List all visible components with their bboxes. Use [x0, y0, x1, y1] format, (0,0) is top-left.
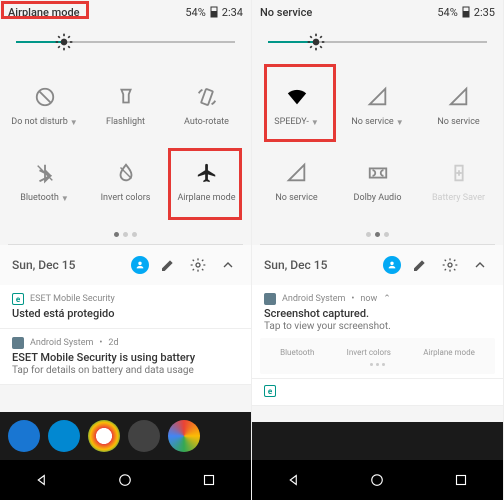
tile-autorotate[interactable]: Auto-rotate [166, 68, 247, 144]
phone-right: No service 54% 2:35 SPEEDY-▼ No service▼… [252, 0, 504, 500]
chevron-down-icon: ▼ [70, 118, 78, 127]
eset-icon: e [264, 385, 276, 397]
notification-screenshot[interactable]: Android System•now⌃ Screenshot captured.… [252, 285, 503, 379]
dnd-icon [33, 85, 57, 109]
home-apps [252, 422, 503, 460]
date-text: Sun, Dec 15 [12, 258, 123, 272]
clock-text: 2:34 [222, 6, 243, 19]
status-left-text: Airplane mode [8, 6, 80, 19]
status-right: 54% 2:34 [185, 6, 243, 19]
tile-signal-2[interactable]: No service [418, 68, 499, 144]
page-indicator [252, 224, 503, 244]
battery-saver-icon [447, 161, 471, 185]
signal-icon [366, 85, 390, 109]
notification-collapsed[interactable]: e [252, 379, 503, 406]
chevron-up-icon: ⌃ [383, 294, 391, 304]
app-phone[interactable] [8, 420, 40, 452]
eset-icon: e [12, 293, 24, 305]
user-icon[interactable] [131, 256, 149, 274]
android-icon [12, 337, 24, 349]
status-bar: Airplane mode 54% 2:34 [0, 0, 251, 24]
status-bar: No service 54% 2:35 [252, 0, 503, 24]
notification-eset[interactable]: eESET Mobile Security Usted está protegi… [0, 285, 251, 329]
wifi-icon [285, 85, 309, 109]
gear-icon[interactable] [439, 254, 461, 276]
phone-left: Airplane mode 54% 2:34 Do not disturb▼ F… [0, 0, 252, 500]
flashlight-icon [114, 85, 138, 109]
rotate-icon [195, 85, 219, 109]
bluetooth-icon [33, 161, 57, 185]
nav-back-icon[interactable] [285, 471, 303, 489]
clock-text: 2:35 [474, 6, 495, 19]
nav-recent-icon[interactable] [200, 471, 218, 489]
date-text: Sun, Dec 15 [264, 258, 375, 272]
battery-text: 54% [185, 6, 205, 19]
page-indicator [0, 224, 251, 244]
chevron-up-icon[interactable] [469, 254, 491, 276]
nav-bar [252, 460, 503, 500]
tile-flashlight[interactable]: Flashlight [85, 68, 166, 144]
app-chrome[interactable] [88, 420, 120, 452]
dolby-icon [366, 161, 390, 185]
tile-invert[interactable]: Invert colors [85, 144, 166, 220]
tile-bluetooth[interactable]: Bluetooth▼ [4, 144, 85, 220]
edit-icon[interactable] [157, 254, 179, 276]
signal-icon [285, 161, 309, 185]
screenshot-preview: BluetoothInvert colorsAirplane mode [260, 338, 495, 374]
brightness-icon[interactable] [306, 32, 326, 56]
user-icon[interactable] [383, 256, 401, 274]
chevron-down-icon: ▼ [61, 194, 69, 203]
battery-icon [462, 6, 470, 18]
nav-bar [0, 460, 251, 500]
tile-signal-1[interactable]: No service▼ [337, 68, 418, 144]
tile-wifi[interactable]: SPEEDY-▼ [256, 68, 337, 144]
quick-tiles: SPEEDY-▼ No service▼ No service No servi… [252, 60, 503, 224]
tile-battery-saver[interactable]: Battery Saver [418, 144, 499, 220]
battery-text: 54% [437, 6, 457, 19]
status-right: 54% 2:35 [437, 6, 495, 19]
signal-icon [447, 85, 471, 109]
nav-home-icon[interactable] [368, 471, 386, 489]
nav-home-icon[interactable] [116, 471, 134, 489]
status-left-text: No service [260, 6, 312, 19]
chevron-down-icon: ▼ [396, 118, 404, 127]
date-row: Sun, Dec 15 [0, 245, 251, 285]
brightness-icon[interactable] [54, 32, 74, 56]
nav-recent-icon[interactable] [452, 471, 470, 489]
app-camera[interactable] [128, 420, 160, 452]
chevron-up-icon[interactable] [217, 254, 239, 276]
gear-icon[interactable] [187, 254, 209, 276]
invert-icon [114, 161, 138, 185]
brightness-slider[interactable] [0, 24, 251, 60]
tile-dolby[interactable]: Dolby Audio [337, 144, 418, 220]
home-apps [0, 412, 251, 460]
date-row: Sun, Dec 15 [252, 245, 503, 285]
brightness-slider[interactable] [252, 24, 503, 60]
edit-icon[interactable] [409, 254, 431, 276]
notification-android-system[interactable]: Android System•2d ESET Mobile Security i… [0, 329, 251, 385]
tile-airplane[interactable]: Airplane mode [166, 144, 247, 220]
tile-signal-3[interactable]: No service [256, 144, 337, 220]
quick-tiles: Do not disturb▼ Flashlight Auto-rotate B… [0, 60, 251, 224]
battery-icon [210, 6, 218, 18]
app-messages[interactable] [48, 420, 80, 452]
chevron-down-icon: ▼ [311, 118, 319, 127]
nav-back-icon[interactable] [33, 471, 51, 489]
airplane-icon [195, 161, 219, 185]
android-icon [264, 293, 276, 305]
app-photos[interactable] [168, 420, 200, 452]
tile-dnd[interactable]: Do not disturb▼ [4, 68, 85, 144]
